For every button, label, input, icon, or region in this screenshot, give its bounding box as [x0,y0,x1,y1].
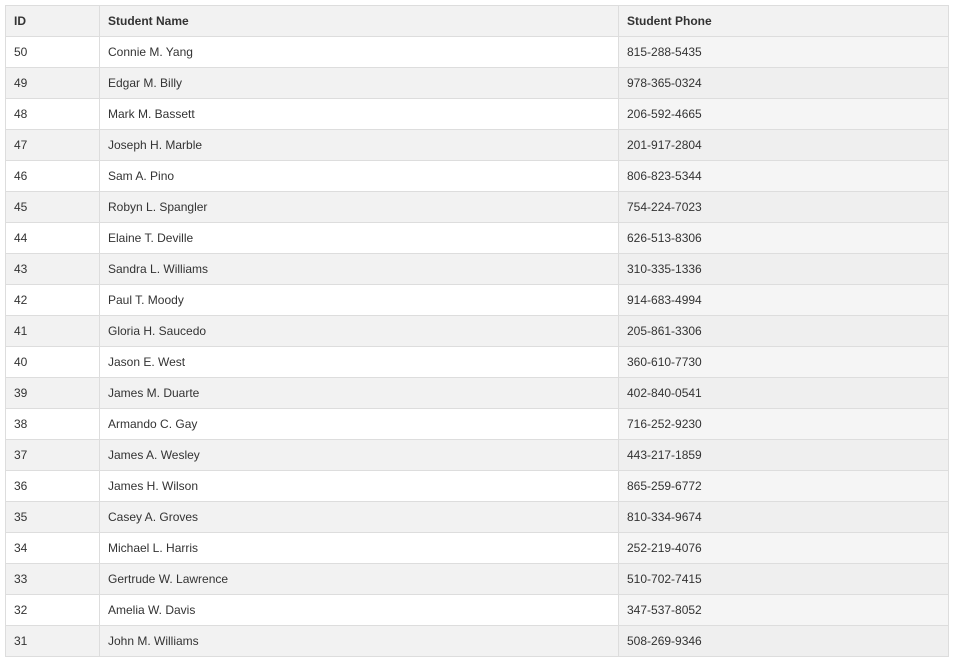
cell-student-phone: 914-683-4994 [618,284,949,316]
cell-student-phone: 626-513-8306 [618,222,949,254]
cell-student-phone: 815-288-5435 [618,36,949,68]
cell-student-name: John M. Williams [99,625,619,657]
cell-student-name: Armando C. Gay [99,408,619,440]
table-row: 34 Michael L. Harris 252-219-4076 [5,532,949,564]
header-row: ID Student Name Student Phone [5,5,949,37]
cell-student-name: James M. Duarte [99,377,619,409]
table-row: 41 Gloria H. Saucedo 205-861-3306 [5,315,949,347]
table-row: 49 Edgar M. Billy 978-365-0324 [5,67,949,99]
cell-student-phone: 205-861-3306 [618,315,949,347]
table-row: 37 James A. Wesley 443-217-1859 [5,439,949,471]
table-row: 31 John M. Williams 508-269-9346 [5,625,949,657]
table-row: 33 Gertrude W. Lawrence 510-702-7415 [5,563,949,595]
cell-student-name: Gloria H. Saucedo [99,315,619,347]
cell-student-phone: 201-917-2804 [618,129,949,161]
cell-id: 36 [5,470,100,502]
students-table: ID Student Name Student Phone 50 Connie M… [5,5,949,657]
cell-id: 45 [5,191,100,223]
cell-student-phone: 716-252-9230 [618,408,949,440]
cell-student-phone: 402-840-0541 [618,377,949,409]
cell-student-phone: 443-217-1859 [618,439,949,471]
table-row: 42 Paul T. Moody 914-683-4994 [5,284,949,316]
table-row: 38 Armando C. Gay 716-252-9230 [5,408,949,440]
cell-student-phone: 347-537-8052 [618,594,949,626]
cell-student-name: Paul T. Moody [99,284,619,316]
cell-id: 46 [5,160,100,192]
cell-student-name: Elaine T. Deville [99,222,619,254]
cell-id: 31 [5,625,100,657]
cell-student-name: James H. Wilson [99,470,619,502]
cell-student-phone: 754-224-7023 [618,191,949,223]
cell-id: 49 [5,67,100,99]
cell-student-phone: 252-219-4076 [618,532,949,564]
cell-student-name: Michael L. Harris [99,532,619,564]
cell-student-name: Casey A. Groves [99,501,619,533]
cell-id: 42 [5,284,100,316]
cell-id: 40 [5,346,100,378]
cell-student-name: Joseph H. Marble [99,129,619,161]
cell-id: 35 [5,501,100,533]
table-row: 44 Elaine T. Deville 626-513-8306 [5,222,949,254]
cell-student-phone: 360-610-7730 [618,346,949,378]
cell-student-phone: 508-269-9346 [618,625,949,657]
cell-student-phone: 510-702-7415 [618,563,949,595]
cell-id: 50 [5,36,100,68]
table-row: 32 Amelia W. Davis 347-537-8052 [5,594,949,626]
cell-id: 41 [5,315,100,347]
table-header: ID Student Name Student Phone [5,5,949,37]
cell-student-name: Jason E. West [99,346,619,378]
table-row: 50 Connie M. Yang 815-288-5435 [5,36,949,68]
cell-student-name: Gertrude W. Lawrence [99,563,619,595]
table-row: 46 Sam A. Pino 806-823-5344 [5,160,949,192]
cell-id: 47 [5,129,100,161]
cell-student-name: Mark M. Bassett [99,98,619,130]
cell-student-phone: 810-334-9674 [618,501,949,533]
header-student-name: Student Name [99,5,619,37]
table-row: 40 Jason E. West 360-610-7730 [5,346,949,378]
cell-student-phone: 310-335-1336 [618,253,949,285]
cell-student-name: Sandra L. Williams [99,253,619,285]
table-row: 45 Robyn L. Spangler 754-224-7023 [5,191,949,223]
cell-student-phone: 206-592-4665 [618,98,949,130]
cell-student-name: James A. Wesley [99,439,619,471]
cell-student-name: Edgar M. Billy [99,67,619,99]
cell-id: 34 [5,532,100,564]
cell-id: 39 [5,377,100,409]
cell-student-phone: 806-823-5344 [618,160,949,192]
cell-student-phone: 865-259-6772 [618,470,949,502]
header-student-phone: Student Phone [618,5,949,37]
cell-id: 37 [5,439,100,471]
table-row: 47 Joseph H. Marble 201-917-2804 [5,129,949,161]
cell-id: 33 [5,563,100,595]
cell-student-name: Sam A. Pino [99,160,619,192]
cell-student-name: Connie M. Yang [99,36,619,68]
cell-id: 38 [5,408,100,440]
cell-id: 44 [5,222,100,254]
table-row: 36 James H. Wilson 865-259-6772 [5,470,949,502]
cell-student-name: Amelia W. Davis [99,594,619,626]
table-row: 39 James M. Duarte 402-840-0541 [5,377,949,409]
cell-student-phone: 978-365-0324 [618,67,949,99]
cell-id: 32 [5,594,100,626]
cell-id: 48 [5,98,100,130]
table-row: 48 Mark M. Bassett 206-592-4665 [5,98,949,130]
table-row: 35 Casey A. Groves 810-334-9674 [5,501,949,533]
cell-student-name: Robyn L. Spangler [99,191,619,223]
table-body: 50 Connie M. Yang 815-288-5435 49 Edgar M. B… [5,36,949,657]
table-row: 43 Sandra L. Williams 310-335-1336 [5,253,949,285]
cell-id: 43 [5,253,100,285]
header-id: ID [5,5,100,37]
students-table-container: ID Student Name Student Phone 50 Connie M… [5,5,949,657]
